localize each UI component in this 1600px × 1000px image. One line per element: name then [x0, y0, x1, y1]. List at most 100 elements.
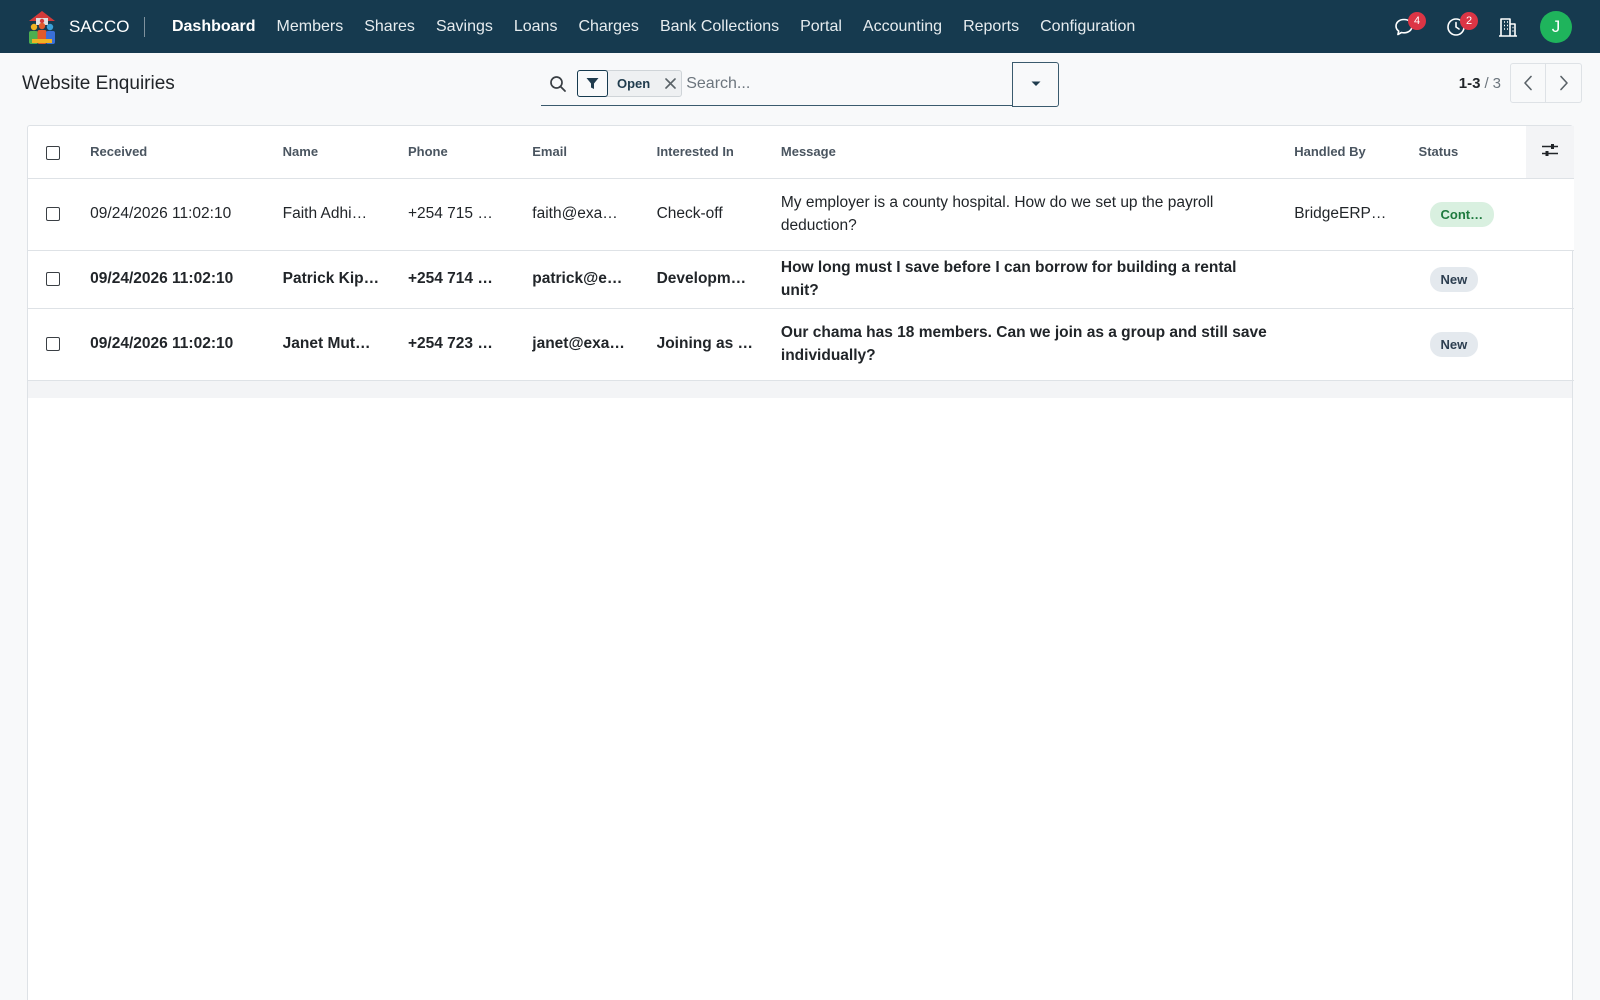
sliders-icon: [1541, 144, 1558, 157]
cell-received: 09/24/2026 11:02:10: [90, 308, 283, 381]
cell-message: How long must I save before I can borrow…: [780, 250, 1295, 309]
systray: 4 2 J: [1378, 0, 1600, 53]
messages-count-badge: 4: [1408, 12, 1426, 30]
column-header-interested-in[interactable]: Interested In: [656, 126, 781, 179]
cell-phone: +254 715 …: [407, 178, 533, 251]
main-menu: Dashboard Members Shares Savings Loans C…: [161, 0, 1145, 53]
cell-interested-in: Joining as …: [656, 308, 781, 381]
brand[interactable]: SACCO: [0, 0, 129, 53]
pager-value[interactable]: 1-3: [1459, 75, 1481, 92]
search-bar: Open: [541, 61, 1059, 107]
filter-icon: [577, 70, 608, 97]
cell-message: My employer is a county hospital. How do…: [780, 178, 1295, 251]
cell-status: Cont…: [1418, 178, 1526, 251]
search-icon[interactable]: [543, 62, 573, 106]
optional-columns-toggle[interactable]: [1525, 126, 1574, 179]
menu-dashboard[interactable]: Dashboard: [161, 0, 266, 53]
column-header-handled-by[interactable]: Handled By: [1294, 126, 1419, 179]
row-spacer: [1525, 250, 1574, 309]
search-input[interactable]: [686, 68, 987, 99]
column-header-name[interactable]: Name: [282, 126, 408, 179]
activities-count-badge: 2: [1460, 12, 1478, 30]
list-footer: [28, 380, 1572, 398]
remove-facet-button[interactable]: [659, 70, 681, 97]
messaging-menu[interactable]: 4: [1378, 0, 1430, 53]
row-select-cell: [28, 178, 91, 251]
table-row[interactable]: 09/24/2026 11:02:10 Janet Mut… +254 723 …: [28, 308, 1574, 381]
cell-handled-by: [1294, 308, 1419, 381]
building-icon: [1499, 17, 1517, 37]
row-spacer: [1525, 178, 1574, 251]
enquiries-table: Received Name Phone Email Interested In …: [28, 126, 1574, 381]
cell-name: Patrick Kip…: [282, 250, 408, 309]
status-badge: Cont…: [1429, 201, 1495, 227]
enquiries-list: Received Name Phone Email Interested In …: [27, 125, 1574, 1000]
facet-value: Open: [617, 76, 651, 91]
pager-limit: 3: [1492, 74, 1501, 92]
pager-separator: /: [1484, 74, 1489, 92]
cell-email: janet@exa…: [532, 308, 657, 381]
menu-shares[interactable]: Shares: [354, 0, 426, 53]
chevron-right-icon: [1559, 75, 1568, 91]
row-checkbox[interactable]: [46, 336, 60, 351]
menu-savings[interactable]: Savings: [425, 0, 503, 53]
select-all-checkbox[interactable]: [46, 145, 60, 160]
cell-phone: +254 714 …: [407, 250, 533, 309]
pager-next-button[interactable]: [1546, 63, 1582, 103]
menu-accounting[interactable]: Accounting: [852, 0, 952, 53]
close-icon: [664, 78, 676, 89]
row-select-cell: [28, 250, 91, 309]
status-badge: New: [1429, 266, 1479, 292]
caret-down-icon: [1031, 81, 1040, 86]
control-panel: Website Enquiries Open Search... 1-3 / 3: [0, 53, 1600, 121]
cell-interested-in: Check-off: [656, 178, 781, 251]
cell-interested-in: Developm…: [656, 250, 781, 309]
chevron-left-icon: [1524, 75, 1532, 91]
cell-received: 09/24/2026 11:02:10: [90, 250, 283, 309]
row-spacer: [1525, 308, 1574, 381]
menu-portal[interactable]: Portal: [790, 0, 853, 53]
search-box: Open: [541, 62, 1012, 106]
row-checkbox[interactable]: [46, 271, 60, 286]
menu-reports[interactable]: Reports: [953, 0, 1030, 53]
table-row[interactable]: 09/24/2026 11:02:10 Patrick Kip… +254 71…: [28, 250, 1574, 309]
menu-members[interactable]: Members: [266, 0, 354, 53]
pager: 1-3 / 3: [1459, 63, 1582, 103]
cell-status: New: [1418, 308, 1526, 381]
cell-email: faith@exa…: [532, 178, 657, 251]
cell-handled-by: BridgeERP…: [1294, 178, 1419, 251]
pager-previous-button[interactable]: [1510, 63, 1546, 103]
table-row[interactable]: 09/24/2026 11:02:10 Faith Adhi… +254 715…: [28, 178, 1574, 251]
column-header-phone[interactable]: Phone: [407, 126, 533, 179]
brand-name: SACCO: [69, 16, 130, 36]
menu-loans[interactable]: Loans: [503, 0, 568, 53]
filter-facet: Open: [577, 70, 683, 97]
company-switcher[interactable]: [1482, 0, 1534, 53]
column-header-message[interactable]: Message: [780, 126, 1295, 179]
brand-divider: [144, 16, 146, 37]
cell-phone: +254 723 …: [407, 308, 533, 381]
cell-status: New: [1418, 250, 1526, 309]
row-checkbox[interactable]: [46, 206, 60, 221]
user-avatar[interactable]: J: [1540, 10, 1572, 43]
status-badge: New: [1429, 331, 1479, 357]
sacco-logo-icon: [29, 10, 55, 44]
page-title: Website Enquiries: [22, 73, 175, 94]
cell-handled-by: [1294, 250, 1419, 309]
menu-charges[interactable]: Charges: [568, 0, 649, 53]
activity-menu[interactable]: 2: [1430, 0, 1482, 53]
search-options-toggle[interactable]: [1012, 61, 1059, 107]
column-header-email[interactable]: Email: [532, 126, 657, 179]
table-header-row: Received Name Phone Email Interested In …: [28, 126, 1574, 179]
top-navbar: SACCO Dashboard Members Shares Savings L…: [0, 0, 1600, 53]
row-select-cell: [28, 308, 91, 381]
cell-received: 09/24/2026 11:02:10: [90, 178, 283, 251]
column-header-received[interactable]: Received: [90, 126, 283, 179]
menu-configuration[interactable]: Configuration: [1030, 0, 1146, 53]
menu-bank-collections[interactable]: Bank Collections: [649, 0, 789, 53]
cell-name: Janet Mut…: [282, 308, 408, 381]
cell-name: Faith Adhi…: [282, 178, 408, 251]
select-all-cell: [28, 126, 91, 179]
cell-message: Our chama has 18 members. Can we join as…: [780, 308, 1295, 381]
column-header-status[interactable]: Status: [1418, 126, 1526, 179]
